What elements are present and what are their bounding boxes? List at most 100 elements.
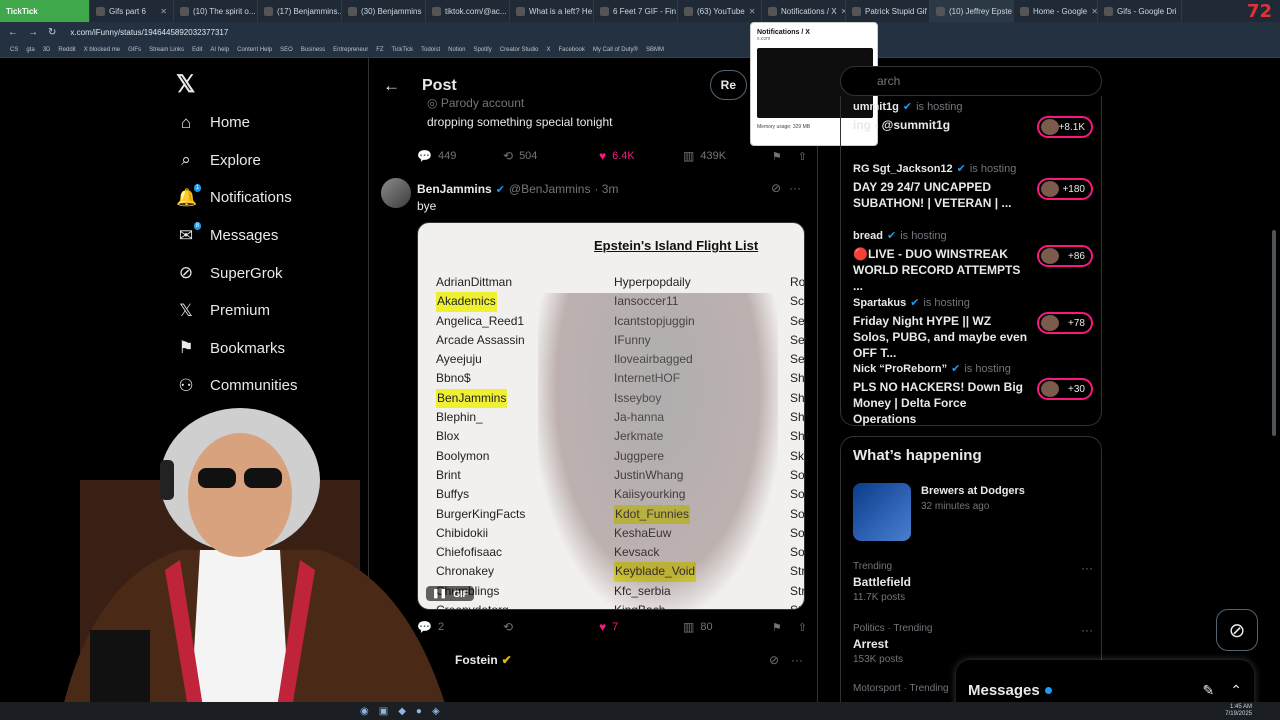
url-field[interactable]: x.com/iFunny/status/1946445892032377317 [70,28,228,37]
sidebar-item-supergrok[interactable]: ⊘ SuperGrok [176,254,356,292]
close-icon[interactable]: ✕ [749,7,756,16]
bookmark-item[interactable]: FZ [376,47,383,53]
repost-button[interactable]: ⟲ 504 [503,149,599,163]
browser-tab[interactable]: Patrick Stupid Gif✕ [846,0,930,22]
next-tweet-name[interactable]: Fostein [455,653,498,667]
chevron-up-icon[interactable]: ⌃ [1230,682,1242,699]
bookmark-item[interactable]: Business [301,47,325,53]
bookmark-item[interactable]: Reddit [58,47,75,53]
sidebar-item-communities[interactable]: ⚇ Communities [176,367,356,405]
reply-button[interactable]: 💬 449 [417,149,503,163]
grok-icon[interactable]: ⊘ [769,653,779,667]
like-button[interactable]: ♥ 6.4K [599,149,683,163]
bookmark-item[interactable]: GIFs [128,47,141,53]
bookmark-item[interactable]: SEO [280,47,293,53]
tweet-author-handle[interactable]: @BenJammins [509,182,591,196]
bookmark-item[interactable]: My Call of Duty® [593,47,638,53]
reply-button[interactable]: 💬 2 [417,620,503,634]
close-icon[interactable]: ✕ [1091,7,1097,16]
browser-tab[interactable]: (17) Benjammins...✕ [258,0,342,22]
tweet-author-name[interactable]: BenJammins [417,182,492,196]
live-space-item[interactable]: ummit1g ✔ is hosting ing - @summit1g +8.1K [853,100,1093,138]
browser-tab[interactable]: (30) Benjammins✕ [342,0,426,22]
bookmark-item[interactable]: Creator Studio [500,47,539,53]
compose-message-icon[interactable]: ✎ [1203,682,1215,699]
browser-icon[interactable]: ◉ [360,706,369,717]
bookmark-item[interactable]: Edit [192,47,202,53]
sidebar-item-premium[interactable]: 𝕏 Premium [176,292,356,330]
app-icon[interactable]: ◆ [398,706,406,717]
bookmark-item[interactable]: AI help [210,47,229,53]
bookmark-item[interactable]: X blocked me [84,47,120,53]
grok-icon[interactable]: ⊘ [771,181,781,195]
views-button[interactable]: ▥ 439K [683,149,767,163]
browser-tab[interactable]: (63) YouTube ✕ [678,0,762,22]
sidebar-item-home[interactable]: ⌂ Home [176,104,356,142]
tweet-gif[interactable]: Epstein's Island Flight List AdrianDittm… [417,222,805,610]
browser-tab[interactable]: Home - Google ✕ [1014,0,1098,22]
more-options-icon[interactable]: ··· [1081,623,1093,637]
folder-icon[interactable]: ▣ [379,706,388,717]
bookmark-item[interactable]: Todoist [421,47,440,53]
repost-button[interactable]: ⟲ [503,620,599,634]
bookmark-item[interactable]: gta [26,47,34,53]
trend-item[interactable]: Trending Battlefield 11.7K posts ··· [853,561,1093,603]
more-options-icon[interactable]: ··· [789,181,801,195]
scrollbar[interactable] [1272,230,1276,436]
browser-tab[interactable]: Notifications / X✕ [762,0,846,22]
tweet-time[interactable]: · 3m [594,182,618,196]
views-button[interactable]: ▥ 80 [683,620,767,634]
browser-tab[interactable]: What is a left? He✕ [510,0,594,22]
trend-item[interactable]: Politics · Trending Arrest 153K posts ··· [853,623,1093,665]
bookmark-item[interactable]: Entrepreneur [333,47,368,53]
listener-count-button[interactable]: +8.1K [1037,116,1093,138]
back-arrow-icon[interactable]: ← [8,27,18,38]
bookmark-icon[interactable]: ⚑ [772,150,782,163]
back-arrow-icon[interactable]: ← [383,76,400,96]
more-options-icon[interactable]: ··· [1081,561,1093,575]
bookmark-item[interactable]: CS [10,47,18,53]
live-space-item[interactable]: bread ✔ is hosting 🔴LIVE - DUO WINSTREAK WO… [853,229,1093,294]
sidebar-item-messages[interactable]: ✉ 8 Messages [176,217,356,255]
bookmark-item[interactable]: Notion [448,47,465,53]
x-logo-icon[interactable]: 𝕏 [176,70,195,99]
listener-count-button[interactable]: +30 [1037,378,1093,400]
reply-button[interactable]: Re [709,70,747,100]
browser-tab[interactable]: tiktok.com/@ac...✕ [426,0,510,22]
bookmark-item[interactable]: Spotify [473,47,491,53]
sidebar-item-bookmarks[interactable]: ⚑ Bookmarks [176,330,356,368]
app-icon[interactable]: ● [416,706,422,717]
close-icon[interactable]: ✕ [1181,7,1182,16]
live-space-item[interactable]: RG Sgt_Jackson12 ✔ is hosting DAY 29 24/7 U… [853,162,1093,211]
next-tweet-author[interactable]: Fostein ✔ [455,653,512,667]
listener-count-button[interactable]: +86 [1037,245,1093,267]
search-input[interactable]: arch [840,66,1102,96]
pause-icon[interactable]: ❚❚ [432,588,447,599]
share-icon[interactable]: ⇧ [798,150,807,163]
sidebar-item-explore[interactable]: ⌕ Explore [176,142,356,180]
grok-floating-button[interactable]: ⊘ [1216,609,1258,651]
live-space-item[interactable]: Nick “ProReborn” ✔ is hosting PLS NO HACKER… [853,362,1093,427]
avatar[interactable] [381,178,411,208]
bookmark-item[interactable]: SBMM [646,47,664,53]
browser-tab[interactable]: (10) Jeffrey Epste✕ [930,0,1014,22]
sidebar-item-notifications[interactable]: 🔔 1 Notifications [176,179,356,217]
event-item[interactable]: Brewers at Dodgers 32 minutes ago [853,483,1025,541]
tab-ticktick[interactable]: TickTick [0,0,90,22]
browser-tab[interactable]: 6 Feet 7 GIF - Fin✕ [594,0,678,22]
live-space-item[interactable]: Spartakus ✔ is hosting Friday Night HYPE ||… [853,296,1093,361]
more-options-icon[interactable]: ··· [791,653,803,667]
gif-controls[interactable]: ❚❚ GIF [426,586,475,601]
bookmark-icon[interactable]: ⚑ [772,621,782,634]
reload-icon[interactable]: ↻ [48,27,56,38]
browser-tab[interactable]: Gifs part 6 ✕ [90,0,174,22]
bookmark-item[interactable]: Content Help [237,47,272,53]
bookmark-item[interactable]: Stream Links [149,47,184,53]
like-button[interactable]: ♥ 7 [599,620,683,634]
browser-tab[interactable]: (10) The spirit o...✕ [174,0,258,22]
app-icon[interactable]: ◈ [432,706,440,717]
listener-count-button[interactable]: +180 [1037,178,1093,200]
bookmark-item[interactable]: 3D [43,47,51,53]
share-icon[interactable]: ⇧ [798,621,807,634]
bookmark-item[interactable]: Facebook [559,47,585,53]
